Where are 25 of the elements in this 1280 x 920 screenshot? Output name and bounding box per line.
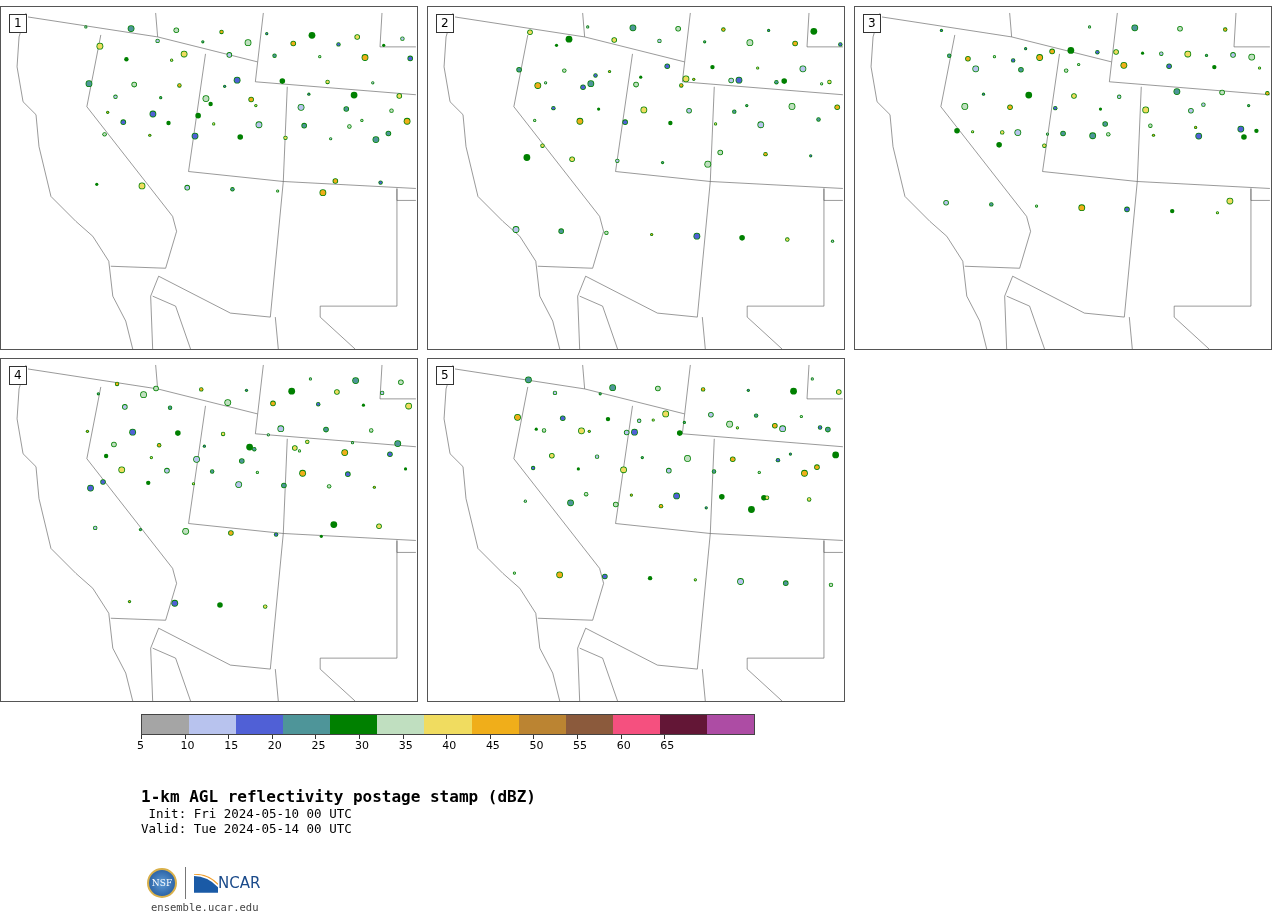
tick-label: 50 xyxy=(529,739,544,752)
ncar-logo-text: NCAR xyxy=(218,874,261,892)
tick-label: 35 xyxy=(398,739,413,752)
tick-label: 5 xyxy=(137,739,144,752)
tick-label: 55 xyxy=(573,739,588,752)
tick-label: 60 xyxy=(616,739,631,752)
valid-time: Valid: Tue 2024-05-14 00 UTC xyxy=(141,821,353,836)
panel-number: 1 xyxy=(9,14,27,33)
nsf-logo: NSF xyxy=(147,868,177,898)
tick-label: 65 xyxy=(660,739,675,752)
ncar-logo-icon xyxy=(194,873,218,893)
tick-label: 30 xyxy=(355,739,370,752)
chart-title: 1-km AGL reflectivity postage stamp (dBZ) xyxy=(141,788,537,806)
tick-label: 40 xyxy=(442,739,457,752)
panel-number: 5 xyxy=(436,366,454,385)
panel-number: 3 xyxy=(863,14,881,33)
init-time: Init: Fri 2024-05-10 00 UTC xyxy=(147,806,353,821)
tick-label: 15 xyxy=(224,739,239,752)
panel-number: 2 xyxy=(436,14,454,33)
panel-number: 4 xyxy=(9,366,27,385)
tick-label: 45 xyxy=(485,739,500,752)
website-url: ensemble.ucar.edu xyxy=(151,901,260,914)
tick-label: 20 xyxy=(267,739,282,752)
tick-label: 10 xyxy=(180,739,195,752)
tick-label: 25 xyxy=(311,739,326,752)
